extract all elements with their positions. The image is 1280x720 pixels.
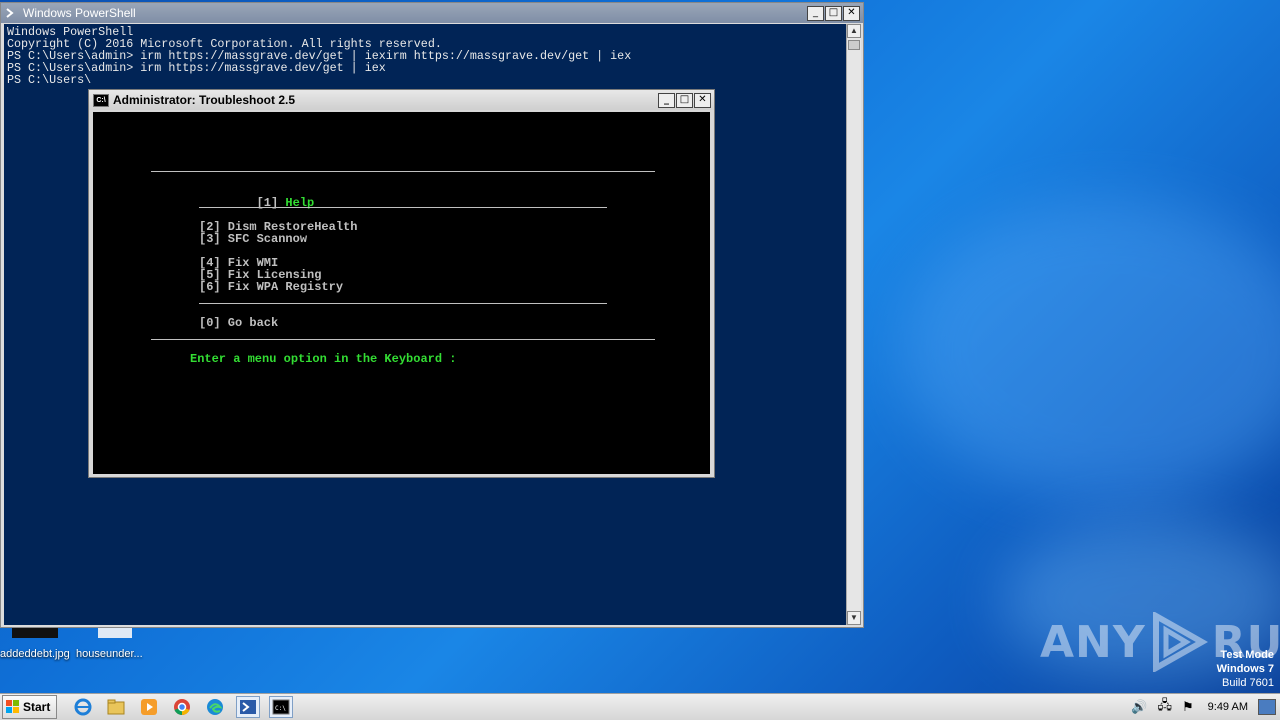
desktop-icon-addeddebt[interactable]: addeddebt.jpg <box>0 628 80 660</box>
system-tray: 🔊 🖧 ⚑ 9:49 AM <box>1121 694 1280 720</box>
windows-logo-icon <box>6 700 20 714</box>
close-button[interactable]: ✕ <box>843 6 860 21</box>
volume-icon[interactable]: 🔊 <box>1131 699 1147 715</box>
divider-line <box>151 339 655 340</box>
maximize-button[interactable]: □ <box>825 6 842 21</box>
media-player-icon[interactable] <box>137 696 161 718</box>
console-line: PS C:\Users\ <box>7 73 92 87</box>
minimize-button[interactable]: _ <box>658 93 675 108</box>
svg-text:C:\: C:\ <box>275 705 286 712</box>
troubleshoot-console[interactable]: [1] Help [2] Dism RestoreHealth [3] SFC … <box>93 112 710 474</box>
desktop-icon-label: houseunder... <box>76 648 143 660</box>
cmd-icon[interactable]: C:\ <box>269 696 294 718</box>
troubleshoot-window[interactable]: C:\ Administrator: Troubleshoot 2.5 _ □ … <box>88 89 715 478</box>
powershell-icon <box>5 6 19 20</box>
powershell-icon[interactable] <box>236 696 261 718</box>
show-desktop-button[interactable] <box>1258 699 1276 715</box>
menu-prompt: Enter a menu option in the Keyboard : <box>190 352 457 366</box>
cmd-icon: C:\ <box>93 93 109 107</box>
troubleshoot-titlebar[interactable]: C:\ Administrator: Troubleshoot 2.5 _ □ … <box>89 90 714 110</box>
test-mode-notice: Test Mode Windows 7 Build 7601 <box>1217 648 1274 690</box>
close-button[interactable]: ✕ <box>694 93 711 108</box>
scroll-up-arrow-icon[interactable]: ▲ <box>847 24 861 38</box>
network-icon[interactable]: 🖧 <box>1157 696 1172 718</box>
desktop-icon-label: addeddebt.jpg <box>0 648 70 660</box>
vertical-scrollbar[interactable]: ▲ ▼ <box>846 24 861 625</box>
menu-option-help: [1] Help <box>199 185 315 221</box>
build-line: Build 7601 <box>1222 677 1274 689</box>
maximize-button[interactable]: □ <box>676 93 693 108</box>
edge-icon[interactable] <box>203 696 227 718</box>
scroll-down-arrow-icon[interactable]: ▼ <box>847 611 861 625</box>
watermark-left-text: ANY <box>1040 616 1146 668</box>
menu-option-sfc: [3] SFC Scannow <box>199 232 308 246</box>
scrollbar-thumb[interactable] <box>848 40 860 50</box>
divider-line <box>151 171 655 172</box>
taskbar: Start C:\ 🔊 🖧 ⚑ 9:49 AM <box>0 693 1280 720</box>
window-controls: _ □ ✕ <box>806 6 860 21</box>
minimize-button[interactable]: _ <box>807 6 824 21</box>
test-mode-line: Test Mode <box>1220 649 1274 661</box>
start-label: Start <box>23 700 51 714</box>
clock[interactable]: 9:49 AM <box>1208 701 1248 713</box>
os-name-line: Windows 7 <box>1216 663 1274 675</box>
window-controls: _ □ ✕ <box>657 93 711 108</box>
chrome-icon[interactable] <box>170 696 194 718</box>
image-thumbnail-icon <box>12 628 58 638</box>
start-button[interactable]: Start <box>2 695 58 719</box>
divider-line <box>199 303 607 304</box>
image-thumbnail-icon <box>98 628 132 638</box>
desktop: addeddebt.jpg houseunder... ANY RUN Test… <box>0 0 1280 720</box>
action-center-flag-icon[interactable]: ⚑ <box>1182 699 1194 715</box>
play-logo-icon <box>1152 612 1208 672</box>
window-title: Administrator: Troubleshoot 2.5 <box>113 93 296 107</box>
explorer-icon[interactable] <box>104 696 128 718</box>
desktop-icon-houseunder[interactable]: houseunder... <box>76 628 156 660</box>
divider-line <box>199 207 607 208</box>
powershell-titlebar[interactable]: Windows PowerShell _ □ ✕ <box>1 3 863 23</box>
ie-icon[interactable] <box>71 696 95 718</box>
console-line: PS C:\Users\admin> irm https://massgrave… <box>7 61 386 75</box>
menu-option-back: [0] Go back <box>199 316 279 330</box>
window-title: Windows PowerShell <box>23 6 136 20</box>
menu-option-wpa: [6] Fix WPA Registry <box>199 280 344 294</box>
